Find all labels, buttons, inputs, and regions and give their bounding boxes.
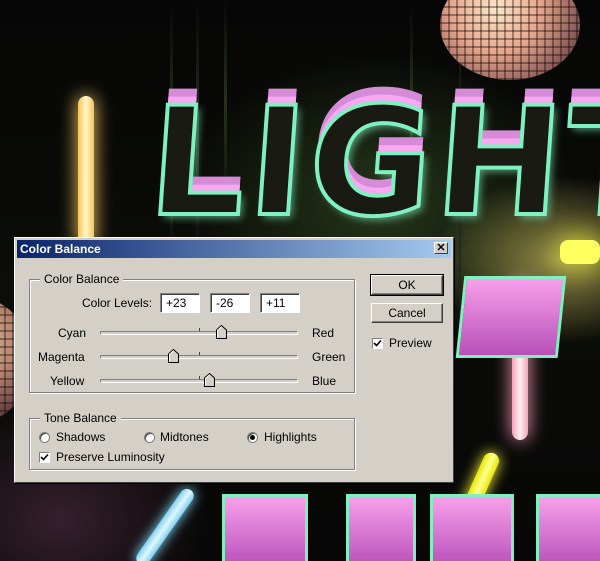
cyan-red-slider[interactable] — [100, 325, 298, 339]
shadows-radio[interactable] — [39, 432, 50, 443]
close-button[interactable]: ✕ — [434, 242, 448, 254]
slider-right-label-green: Green — [312, 350, 346, 364]
checkmark-icon — [40, 453, 49, 461]
highlights-label[interactable]: Highlights — [264, 430, 317, 444]
preview-checkbox[interactable] — [372, 338, 383, 349]
slider-center-tick — [199, 352, 200, 355]
dialog-title: Color Balance — [20, 242, 101, 256]
preserve-luminosity-label[interactable]: Preserve Luminosity — [56, 450, 165, 464]
magenta-green-slider[interactable] — [100, 349, 298, 363]
tone-balance-group: Tone Balance Shadows Midtones Highlights… — [29, 411, 355, 470]
cancel-button[interactable]: Cancel — [371, 303, 443, 323]
neon-tube-yellow — [78, 96, 94, 246]
color-level-yellow-blue-field[interactable]: +11 — [260, 293, 300, 313]
slider-left-label-cyan: Cyan — [58, 326, 87, 340]
close-icon: ✕ — [436, 242, 446, 254]
yellow-blue-slider[interactable] — [100, 373, 298, 387]
color-balance-group: Color Balance Color Levels: +23 -26 +11 … — [29, 272, 355, 393]
highlights-radio[interactable] — [247, 432, 258, 443]
magenta-green-slider-thumb[interactable] — [168, 349, 180, 363]
yellow-blue-slider-thumb[interactable] — [204, 373, 216, 387]
pink-3d-block — [430, 494, 514, 561]
midtones-radio[interactable] — [144, 432, 155, 443]
pink-3d-block — [455, 276, 567, 358]
slider-left-label-magenta: Magenta — [38, 350, 85, 364]
radio-dot — [250, 435, 255, 440]
slider-right-label-red: Red — [312, 326, 335, 340]
preview-label[interactable]: Preview — [389, 336, 432, 350]
preserve-luminosity-checkbox[interactable] — [39, 452, 50, 463]
ok-button[interactable]: OK — [370, 274, 444, 296]
shadows-label[interactable]: Shadows — [56, 430, 105, 444]
neon-tube-cyan — [133, 486, 197, 561]
tone-balance-legend: Tone Balance — [40, 411, 121, 425]
slider-right-label-blue: Blue — [312, 374, 337, 388]
cyan-red-slider-thumb[interactable] — [216, 325, 228, 339]
pink-3d-block — [536, 494, 600, 561]
checkmark-icon — [373, 339, 382, 347]
color-levels-label: Color Levels: — [82, 296, 153, 310]
pink-3d-block — [222, 494, 308, 561]
slider-center-tick — [199, 376, 200, 379]
color-level-cyan-red-field[interactable]: +23 — [160, 293, 200, 313]
midtones-label[interactable]: Midtones — [160, 430, 209, 444]
pink-3d-block — [346, 494, 416, 561]
color-level-magenta-green-field[interactable]: -26 — [210, 293, 250, 313]
dialog-title-bar[interactable]: Color Balance ✕ — [17, 240, 451, 258]
slider-left-label-yellow: Yellow — [50, 374, 85, 388]
background-title-letters: LIGHT — [142, 74, 600, 252]
disco-ball — [440, 0, 580, 80]
color-balance-legend: Color Balance — [40, 272, 124, 286]
slider-center-tick — [199, 328, 200, 331]
color-balance-dialog: Color Balance ✕ Color Balance Color Leve… — [14, 237, 454, 483]
